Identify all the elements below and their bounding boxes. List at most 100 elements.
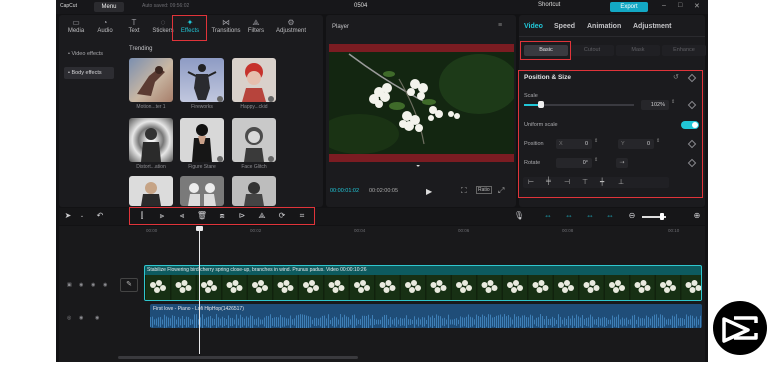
chevron-down-icon[interactable]: ⌄ bbox=[76, 213, 88, 219]
minimize-icon[interactable]: – bbox=[662, 2, 666, 9]
download-icon[interactable] bbox=[268, 156, 274, 162]
play-icon[interactable]: ▶ bbox=[426, 187, 432, 196]
effect-thumbnail[interactable] bbox=[129, 58, 173, 102]
download-icon[interactable] bbox=[217, 96, 223, 102]
effect-thumbnail[interactable] bbox=[180, 58, 224, 102]
stepper-icon[interactable]: ⇕ bbox=[594, 138, 598, 144]
align-right-icon[interactable]: ⊣ bbox=[564, 178, 570, 186]
microphone-icon[interactable]: 🎙 bbox=[513, 211, 525, 220]
stepper-icon[interactable]: ⇕ bbox=[656, 138, 660, 144]
audio-icon: ◔ bbox=[102, 18, 108, 27]
subtab-enhance[interactable]: Enhance bbox=[662, 45, 706, 56]
waveform-bar bbox=[650, 318, 651, 326]
align-bottom-icon[interactable]: ⊥ bbox=[618, 178, 624, 186]
rotate-input[interactable]: 0° bbox=[556, 158, 592, 168]
zoom-slider-handle[interactable] bbox=[660, 213, 664, 220]
playhead-handle[interactable] bbox=[196, 226, 203, 231]
maximize-icon[interactable]: □ bbox=[678, 2, 682, 9]
scale-input[interactable]: 102% bbox=[641, 100, 669, 110]
subtab-mask[interactable]: Mask bbox=[616, 45, 660, 56]
track-cover-icon[interactable]: ◉ bbox=[103, 282, 107, 288]
waveform-bar bbox=[678, 318, 679, 326]
magnet-link-icon[interactable]: ⇔ bbox=[542, 211, 554, 220]
waveform-bar bbox=[216, 314, 217, 328]
position-y-input[interactable]: Y0 bbox=[618, 139, 654, 149]
scale-slider-handle[interactable] bbox=[537, 101, 544, 108]
audio-track-hide-icon[interactable]: ◉ bbox=[95, 315, 99, 321]
horizontal-scrollbar[interactable] bbox=[118, 356, 358, 359]
ruler-tick: 00:08 bbox=[562, 228, 574, 233]
waveform-bar bbox=[432, 315, 433, 328]
crop-handle-icon[interactable]: ◒ bbox=[416, 162, 420, 169]
stepper-icon[interactable]: ⇕ bbox=[594, 157, 598, 163]
effect-thumbnail[interactable] bbox=[129, 176, 173, 206]
linkage-icon[interactable]: ⇔ bbox=[563, 211, 575, 220]
waveform-bar bbox=[632, 315, 633, 328]
tab-text[interactable]: T Text bbox=[120, 17, 148, 39]
preview-axis-icon[interactable]: ⇔ bbox=[604, 211, 616, 220]
select-cursor-icon[interactable]: ➤ bbox=[62, 211, 74, 220]
tab-video[interactable]: Video bbox=[524, 23, 543, 30]
snap-icon[interactable]: ⇔ bbox=[584, 211, 596, 220]
ratio-button[interactable]: Ratio bbox=[476, 186, 492, 194]
track-hide-icon[interactable]: ◉ bbox=[79, 282, 83, 288]
download-icon[interactable] bbox=[217, 156, 223, 162]
stepper-icon[interactable]: ⇕ bbox=[671, 99, 675, 105]
tab-transitions[interactable]: ⋈ Transitions bbox=[209, 17, 243, 39]
align-middle-v-icon[interactable]: ┿ bbox=[600, 178, 604, 186]
waveform-bar bbox=[294, 318, 295, 326]
export-button[interactable]: Export bbox=[610, 2, 648, 12]
cover-edit-icon[interactable]: ✎ bbox=[120, 278, 138, 292]
waveform-bar bbox=[578, 316, 579, 328]
shortcut-button[interactable]: Shortcut bbox=[538, 2, 560, 8]
tab-speed[interactable]: Speed bbox=[554, 23, 575, 30]
align-top-icon[interactable]: ⊤ bbox=[582, 178, 588, 186]
waveform-bar bbox=[492, 317, 493, 327]
player-menu-icon[interactable]: ≡ bbox=[498, 22, 502, 29]
tab-media[interactable]: ▭ Media bbox=[62, 17, 90, 39]
effect-thumbnail[interactable] bbox=[129, 118, 173, 162]
track-mute-icon[interactable]: ◉ bbox=[91, 282, 95, 288]
effect-thumbnail[interactable] bbox=[232, 176, 276, 206]
total-duration: 00:02:00:05 bbox=[369, 188, 399, 194]
effect-thumbnail[interactable] bbox=[180, 176, 224, 206]
waveform-bar bbox=[600, 318, 601, 326]
effect-thumbnail[interactable] bbox=[180, 118, 224, 162]
fullscreen-icon[interactable]: ⤢ bbox=[498, 186, 504, 196]
ruler-tick: 00:10 bbox=[668, 228, 680, 233]
waveform-bar bbox=[690, 315, 691, 328]
uniform-scale-toggle[interactable] bbox=[681, 121, 699, 129]
tab-adjustment[interactable]: ⚙ Adjustment bbox=[272, 17, 310, 39]
waveform-bar bbox=[204, 318, 205, 326]
waveform-bar bbox=[166, 316, 167, 328]
tab-adjustment-inspector[interactable]: Adjustment bbox=[633, 23, 672, 30]
sidebar-item-video-effects[interactable]: • Video effects bbox=[64, 48, 114, 60]
fullscreen-fit-icon[interactable]: ⛶ bbox=[461, 186, 467, 196]
waveform-bar bbox=[584, 318, 585, 326]
track-lock-icon[interactable]: ▣ bbox=[67, 282, 72, 288]
tab-animation[interactable]: Animation bbox=[587, 23, 621, 30]
subtab-cutout[interactable]: Cutout bbox=[570, 45, 614, 56]
undo-icon[interactable]: ↶ bbox=[94, 211, 106, 220]
rotate-flip-icon[interactable]: ⇢ bbox=[616, 158, 628, 168]
position-x-input[interactable]: X0 bbox=[556, 139, 592, 149]
tab-audio[interactable]: ◔ Audio bbox=[91, 17, 119, 39]
download-icon[interactable] bbox=[268, 96, 274, 102]
align-center-h-icon[interactable]: ╪ bbox=[546, 178, 551, 185]
waveform-bar bbox=[586, 317, 587, 327]
zoom-fit-icon[interactable]: ⊕ bbox=[691, 211, 703, 220]
sidebar-item-body-effects[interactable]: • Body effects bbox=[64, 67, 114, 79]
tab-filters[interactable]: ⟁ Filters bbox=[242, 17, 270, 39]
waveform-bar bbox=[276, 317, 277, 327]
audio-track-lock-icon[interactable]: ◎ bbox=[67, 315, 71, 321]
waveform-bar bbox=[368, 314, 369, 328]
audio-track-mute-icon[interactable]: ◉ bbox=[79, 315, 83, 321]
zoom-out-icon[interactable]: ⊖ bbox=[626, 211, 638, 220]
waveform-bar bbox=[512, 319, 513, 325]
menu-button[interactable]: Menu bbox=[94, 2, 124, 12]
playhead[interactable] bbox=[199, 228, 200, 354]
waveform-bar bbox=[384, 315, 385, 328]
reset-icon[interactable]: ↺ bbox=[673, 73, 679, 81]
close-icon[interactable]: ✕ bbox=[694, 2, 700, 10]
align-left-icon[interactable]: ⊢ bbox=[528, 178, 534, 186]
